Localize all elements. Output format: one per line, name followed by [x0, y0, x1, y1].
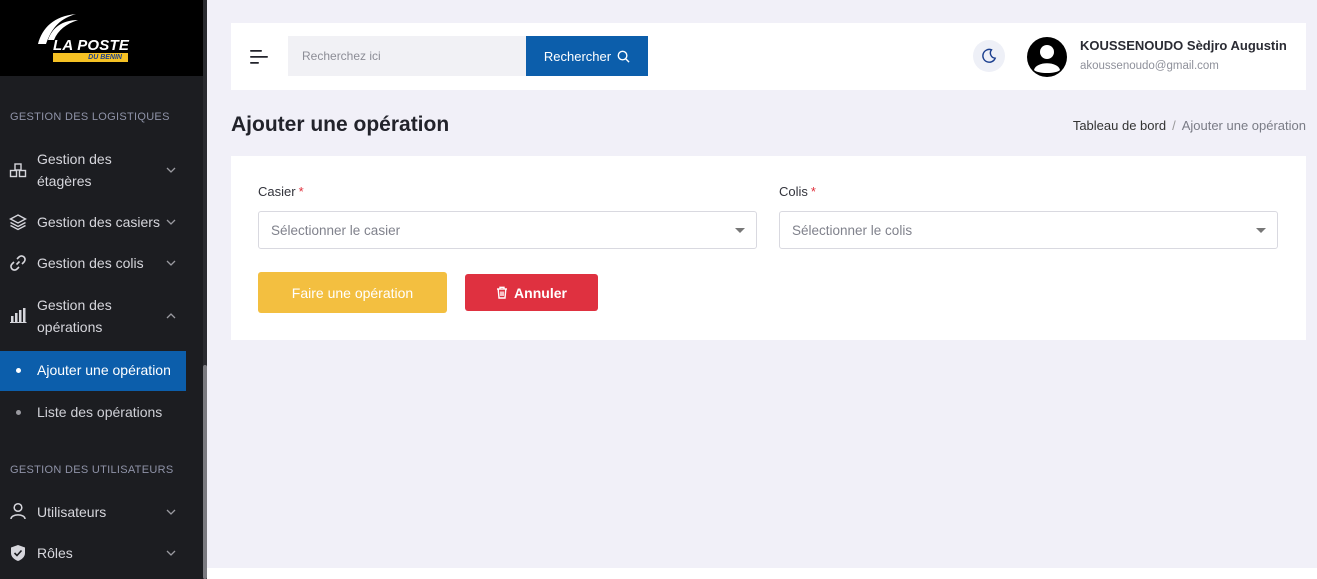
- search-icon: [617, 50, 630, 63]
- casier-label-text: Casier: [258, 184, 296, 199]
- section-title-users: GESTION DES UTILISATEURS: [10, 464, 174, 476]
- sidebar-item-label: Utilisateurs: [37, 504, 107, 520]
- brand-name: LA POSTE: [53, 37, 130, 54]
- casier-select[interactable]: Sélectionner le casier: [258, 211, 757, 249]
- required-mark: *: [810, 184, 816, 199]
- link-icon: [10, 255, 26, 271]
- chevron-down-icon: [166, 260, 176, 266]
- trash-icon: [497, 286, 508, 299]
- brand-logo[interactable]: LA POSTE DU BENIN: [0, 0, 205, 76]
- moon-icon: [982, 48, 997, 63]
- sidebar-item-label: étagères: [37, 173, 92, 189]
- bullet-dot-icon: [16, 368, 21, 373]
- sidebar-subitem-add-operation[interactable]: Ajouter une opération: [0, 351, 186, 391]
- user-email: akoussenoudo@gmail.com: [1080, 60, 1219, 72]
- sidebar-item-label: Gestion des: [37, 151, 112, 167]
- breadcrumb-separator: /: [1172, 118, 1176, 133]
- bullet-dot-icon: [16, 410, 21, 415]
- section-title-logistics: GESTION DES LOGISTIQUES: [10, 111, 170, 123]
- search-input[interactable]: [288, 36, 526, 76]
- chart-bars-icon: [10, 308, 27, 323]
- caret-down-icon: [1256, 228, 1266, 233]
- sidebar-item-casiers[interactable]: Gestion des casiers: [0, 211, 190, 233]
- sidebar-scrollbar-thumb[interactable]: [203, 365, 207, 579]
- user-icon: [10, 502, 26, 520]
- sidebar-subitem-list-operations[interactable]: Liste des opérations: [0, 393, 186, 433]
- sidebar-item-label: opérations: [37, 319, 103, 335]
- breadcrumb-link-dashboard[interactable]: Tableau de bord: [1073, 118, 1166, 133]
- caret-down-icon: [735, 228, 745, 233]
- operation-form-card: Casier * Sélectionner le casier Colis * Sé…: [231, 156, 1306, 340]
- sidebar-item-label: Gestion des colis: [37, 255, 144, 271]
- sidebar-item-roles[interactable]: Rôles: [0, 542, 190, 564]
- breadcrumb: Tableau de bord / Ajouter une opération: [1073, 118, 1306, 133]
- dark-mode-toggle[interactable]: [973, 40, 1005, 72]
- chevron-up-icon: [166, 313, 176, 319]
- sidebar-item-label: Rôles: [37, 545, 73, 561]
- shelves-icon: [9, 163, 27, 178]
- search-button-label: Rechercher: [543, 48, 612, 64]
- submit-operation-button[interactable]: Faire une opération: [258, 272, 447, 313]
- shield-icon: [11, 545, 25, 561]
- colis-select[interactable]: Sélectionner le colis: [779, 211, 1278, 249]
- sidebar-item-label: Gestion des casiers: [37, 214, 160, 230]
- sidebar-subitem-label: Ajouter une opération: [37, 362, 171, 378]
- hamburger-menu-icon[interactable]: [250, 50, 268, 64]
- breadcrumb-current: Ajouter une opération: [1181, 118, 1306, 133]
- sidebar-item-colis[interactable]: Gestion des colis: [0, 252, 190, 274]
- brand-sub: DU BENIN: [53, 53, 128, 62]
- chevron-down-icon: [166, 550, 176, 556]
- avatar[interactable]: [1027, 37, 1067, 77]
- user-name[interactable]: KOUSSENOUDO Sèdjro Augustin: [1080, 38, 1287, 53]
- sidebar-subitem-label: Liste des opérations: [37, 404, 163, 420]
- user-avatar-icon: [1034, 45, 1060, 73]
- search-button[interactable]: Rechercher: [526, 36, 648, 76]
- sidebar-item-operations[interactable]: Gestion des opérations: [0, 294, 190, 338]
- footer: [207, 568, 1317, 579]
- casier-label: Casier *: [258, 184, 304, 199]
- casier-select-value: Sélectionner le casier: [271, 223, 401, 238]
- page-title: Ajouter une opération: [231, 113, 450, 136]
- top-header: Rechercher KOUSSENOUDO Sèdjro Augustin a…: [231, 23, 1306, 90]
- required-mark: *: [298, 184, 304, 199]
- sidebar-item-label: Gestion des: [37, 297, 112, 313]
- cancel-button[interactable]: Annuler: [465, 274, 598, 311]
- sidebar-item-shelves[interactable]: Gestion des étagères: [0, 148, 190, 192]
- chevron-down-icon: [166, 167, 176, 173]
- colis-select-value: Sélectionner le colis: [792, 223, 913, 238]
- colis-label-text: Colis: [779, 184, 808, 199]
- sidebar: LA POSTE DU BENIN GESTION DES LOGISTIQUE…: [0, 0, 207, 579]
- chevron-down-icon: [166, 219, 176, 225]
- colis-label: Colis *: [779, 184, 816, 199]
- cancel-button-label: Annuler: [514, 284, 567, 301]
- sidebar-item-users[interactable]: Utilisateurs: [0, 501, 190, 523]
- chevron-down-icon: [166, 509, 176, 515]
- layers-icon: [9, 214, 27, 231]
